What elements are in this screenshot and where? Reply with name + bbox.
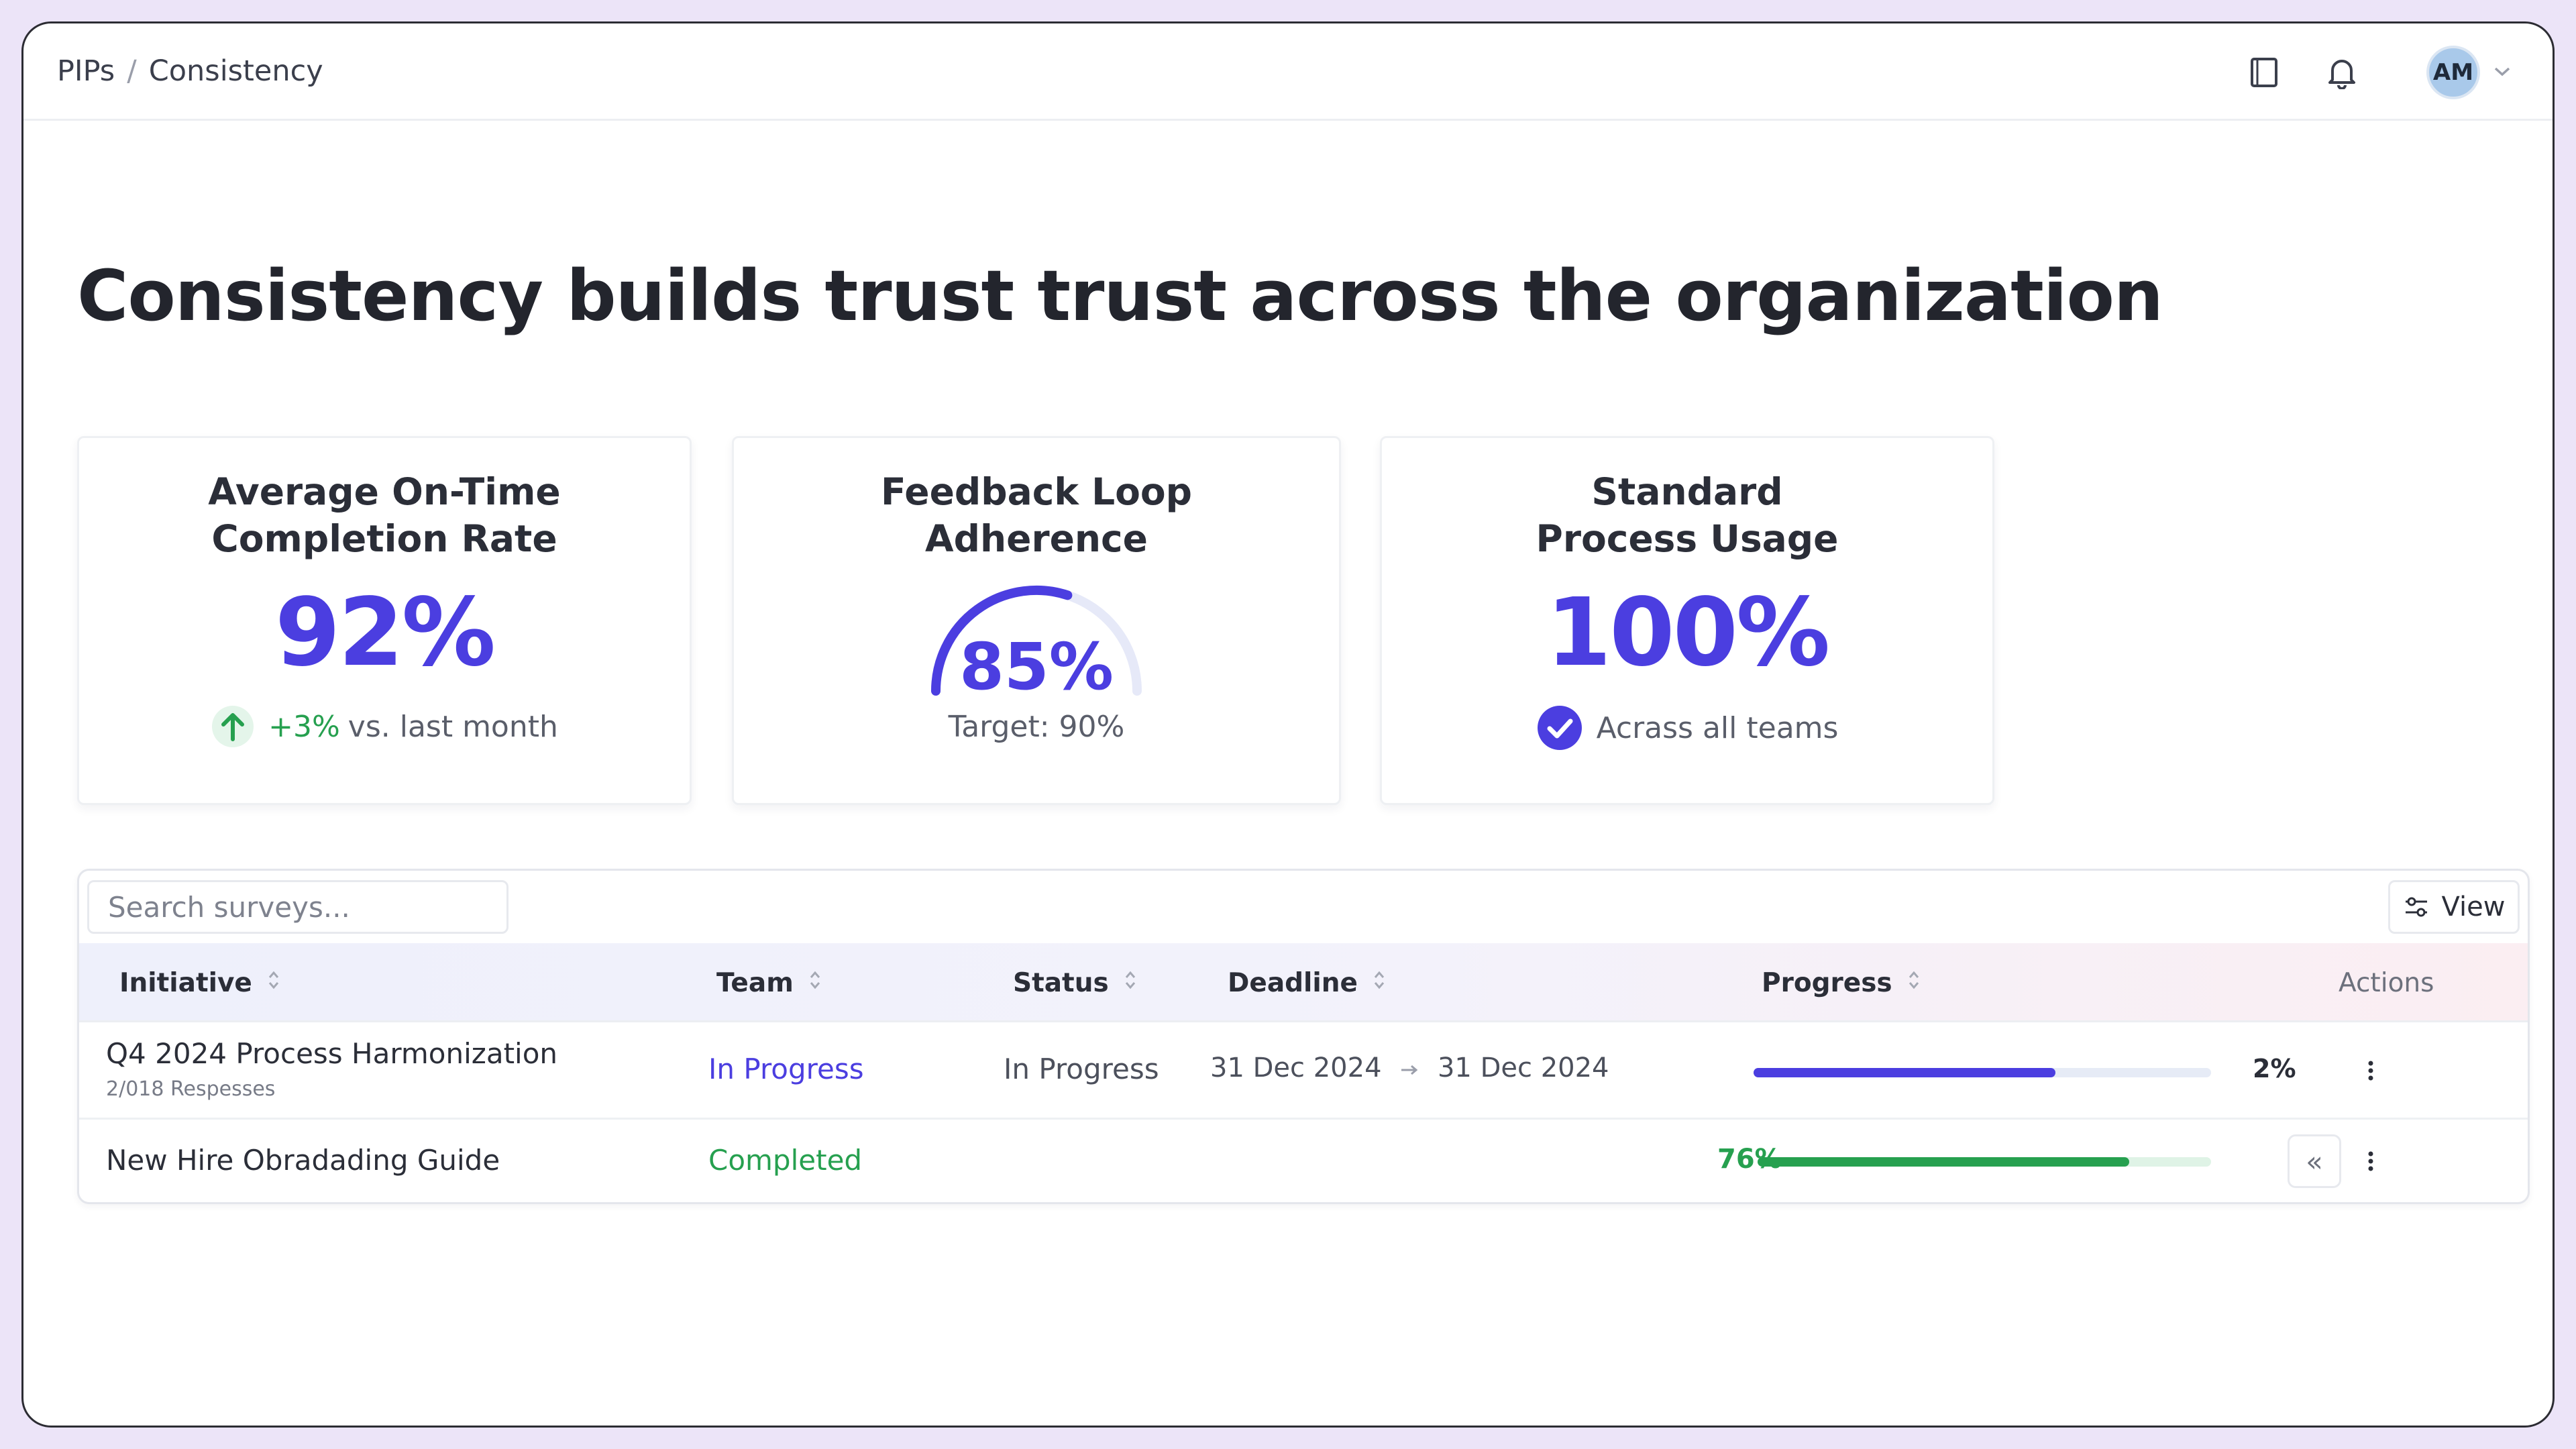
table-row[interactable]: Q4 2024 Process Harmonization 2/018 Resp… bbox=[79, 1022, 2528, 1120]
card-title: Standard Process Usage bbox=[1382, 468, 1992, 562]
more-vertical-icon[interactable] bbox=[2357, 1141, 2384, 1181]
column-header-team[interactable]: Team bbox=[716, 943, 822, 1022]
column-label: Status bbox=[1013, 967, 1109, 998]
column-header-initiative[interactable]: Initiative bbox=[119, 943, 280, 1022]
card-title-line: Adherence bbox=[925, 517, 1148, 560]
column-header-status[interactable]: Status bbox=[1013, 943, 1137, 1022]
standard-value: 100% bbox=[1546, 578, 1831, 688]
top-bar: PIPs / Consistency AM bbox=[23, 23, 2553, 121]
deadline-start: 31 Dec 2024 bbox=[1210, 1053, 1382, 1083]
card-title: Feedback Loop Adherence bbox=[734, 468, 1339, 562]
more-vertical-icon[interactable] bbox=[2357, 1051, 2384, 1091]
column-header-deadline[interactable]: Deadline bbox=[1228, 943, 1386, 1022]
sort-icon bbox=[267, 968, 280, 998]
header-actions: AM bbox=[2206, 23, 2512, 121]
app-window: PIPs / Consistency AM Consistency builds… bbox=[21, 21, 2555, 1428]
sort-icon bbox=[1373, 968, 1386, 998]
book-icon[interactable] bbox=[2244, 52, 2284, 93]
sort-icon bbox=[1907, 968, 1921, 998]
card-title-line: Average On-Time bbox=[208, 470, 561, 513]
team-status: Completed bbox=[708, 1144, 863, 1177]
feedback-gauge: 85% bbox=[922, 577, 1150, 704]
column-header-actions: Actions bbox=[2339, 967, 2434, 998]
team-status: In Progress bbox=[708, 1053, 864, 1085]
table-row[interactable]: New Hire Obradading Guide Completed 76% … bbox=[79, 1120, 2528, 1203]
feedback-target: Target: 90% bbox=[948, 710, 1125, 744]
chevron-down-icon[interactable] bbox=[2492, 64, 2512, 80]
breadcrumb-current: Consistency bbox=[148, 54, 323, 88]
sliders-icon bbox=[2405, 897, 2427, 917]
card-title-line: Completion Rate bbox=[211, 517, 557, 560]
view-button[interactable]: View bbox=[2388, 880, 2520, 934]
card-title-line: Standard bbox=[1591, 470, 1783, 513]
bell-icon[interactable] bbox=[2322, 52, 2362, 93]
card-title-line: Process Usage bbox=[1536, 517, 1839, 560]
search-input[interactable] bbox=[87, 880, 508, 934]
breadcrumb-root[interactable]: PIPs bbox=[57, 54, 115, 88]
feedback-value: 85% bbox=[959, 629, 1114, 704]
sort-icon bbox=[1124, 968, 1137, 998]
progress-bar bbox=[1758, 1157, 2211, 1167]
standard-sub-text: Acrass all teams bbox=[1596, 710, 1839, 745]
card-feedback-loop: Feedback Loop Adherence 85% Target: 90% bbox=[732, 436, 1341, 805]
arrow-right-icon bbox=[1399, 1053, 1419, 1083]
collapse-button[interactable]: « bbox=[2288, 1134, 2341, 1188]
table-header: Initiative Team Status Deadline Progress… bbox=[79, 943, 2528, 1022]
card-title: Average On-Time Completion Rate bbox=[79, 468, 690, 562]
on-time-delta: +3% vs. last month bbox=[79, 704, 690, 749]
deadline-end: 31 Dec 2024 bbox=[1437, 1053, 1609, 1083]
breadcrumb: PIPs / Consistency bbox=[57, 54, 323, 88]
progress-bar-fill bbox=[1754, 1068, 2056, 1077]
standard-sub: Acrass all teams bbox=[1382, 704, 1992, 751]
column-label: Deadline bbox=[1228, 967, 1358, 998]
surveys-table-panel: View Initiative Team Status Deadline Pro… bbox=[77, 869, 2530, 1204]
delta-value: +3% bbox=[268, 709, 340, 744]
chevrons-left-icon: « bbox=[2306, 1144, 2323, 1178]
arrow-up-icon bbox=[211, 704, 255, 749]
progress-bar-fill bbox=[1758, 1157, 2130, 1167]
column-label: Progress bbox=[1762, 967, 1892, 998]
progress-label: 2% bbox=[2253, 1054, 2296, 1083]
initiative-name[interactable]: Q4 2024 Process Harmonization bbox=[106, 1037, 557, 1070]
avatar[interactable]: AM bbox=[2426, 45, 2480, 99]
initiative-name[interactable]: New Hire Obradading Guide bbox=[106, 1144, 500, 1177]
progress-bar bbox=[1754, 1068, 2211, 1077]
view-label: View bbox=[2441, 892, 2506, 922]
column-label: Team bbox=[716, 967, 794, 998]
responses-count: 2/018 Respesses bbox=[106, 1077, 276, 1101]
delta-suffix: vs. last month bbox=[347, 709, 558, 744]
page-title: Consistency builds trust trust across th… bbox=[77, 255, 2163, 337]
column-header-progress[interactable]: Progress bbox=[1762, 943, 1921, 1022]
card-on-time-completion: Average On-Time Completion Rate 92% +3% … bbox=[77, 436, 692, 805]
sort-icon bbox=[808, 968, 822, 998]
card-standard-process: Standard Process Usage 100% Acrass all t… bbox=[1380, 436, 1994, 805]
on-time-value: 92% bbox=[274, 578, 496, 688]
deadline: 31 Dec 2024 31 Dec 2024 bbox=[1210, 1053, 1609, 1083]
check-circle-icon bbox=[1536, 704, 1583, 751]
card-title-line: Feedback Loop bbox=[880, 470, 1193, 513]
breadcrumb-separator: / bbox=[127, 54, 137, 88]
column-label: Initiative bbox=[119, 967, 252, 998]
status-text: In Progress bbox=[1004, 1053, 1159, 1085]
